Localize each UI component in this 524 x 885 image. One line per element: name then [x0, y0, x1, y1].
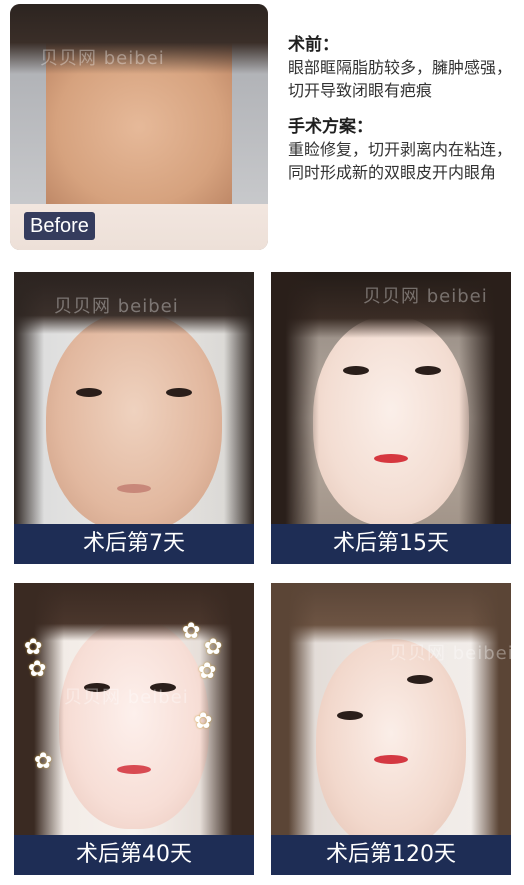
- plan-description: 重睑修复，切开剥离内在粘连，同时形成新的双眼皮开内眼角: [288, 140, 513, 182]
- photo-hair: [224, 272, 254, 564]
- photo-eye: [337, 711, 363, 720]
- photo-hair: [271, 583, 315, 875]
- photo-eye: [343, 366, 369, 375]
- photo-face: [59, 619, 209, 829]
- flower-decoration: ✿: [28, 657, 47, 682]
- photo-eye: [84, 683, 110, 692]
- result-caption: 术后第15天: [271, 524, 511, 564]
- photo-face: [46, 312, 222, 532]
- photo-hair: [14, 272, 254, 334]
- photo-mouth: [117, 765, 151, 774]
- result-caption: 术后第120天: [271, 835, 511, 875]
- photo-hair: [14, 272, 44, 564]
- before-photo: 贝贝网 beibei Before: [10, 4, 268, 250]
- photo-mouth: [117, 484, 151, 493]
- result-photo-day-15: 贝贝网 beibei 术后第15天: [271, 272, 511, 564]
- plan-section: 手术方案： 重睑修复，切开剥离内在粘连，同时形成新的双眼皮开内眼角: [288, 116, 520, 184]
- plan-heading: 手术方案：: [288, 117, 373, 137]
- flower-decoration: ✿: [204, 635, 223, 660]
- result-caption: 术后第40天: [14, 835, 254, 875]
- photo-eye: [407, 675, 433, 684]
- before-badge: Before: [24, 212, 95, 240]
- photo-eye: [76, 388, 102, 397]
- photo-mouth: [374, 454, 408, 463]
- flower-decoration: ✿: [34, 749, 53, 774]
- surgery-info: 术前： 眼部眶隔脂肪较多，臃肿感强，切开导致闭眼有疤痕 手术方案： 重睑修复，切…: [288, 34, 520, 184]
- result-photo-day-7: 贝贝网 beibei 术后第7天: [14, 272, 254, 564]
- photo-face: [316, 639, 466, 849]
- photo-hair: [14, 583, 64, 875]
- result-caption: 术后第7天: [14, 524, 254, 564]
- photo-eye: [150, 683, 176, 692]
- flower-decoration: ✿: [24, 635, 43, 660]
- photo-hair: [10, 4, 268, 74]
- preop-description: 眼部眶隔脂肪较多，臃肿感强，切开导致闭眼有疤痕: [288, 58, 513, 100]
- photo-hair: [459, 272, 511, 564]
- photo-eye: [166, 388, 192, 397]
- result-photo-day-120: 贝贝网 beibei 术后第120天: [271, 583, 511, 875]
- preop-section: 术前： 眼部眶隔脂肪较多，臃肿感强，切开导致闭眼有疤痕: [288, 34, 520, 102]
- flower-decoration: ✿: [198, 659, 217, 684]
- photo-face: [313, 316, 469, 526]
- preop-heading: 术前：: [288, 35, 339, 55]
- result-photo-day-40: ✿ ✿ ✿ ✿ ✿ ✿ ✿ 贝贝网 beibei 术后第40天: [14, 583, 254, 875]
- flower-decoration: ✿: [194, 709, 213, 734]
- photo-hair: [271, 272, 319, 564]
- photo-mouth: [374, 755, 408, 764]
- flower-decoration: ✿: [182, 619, 201, 644]
- photo-hair: [471, 583, 511, 875]
- photo-eye: [415, 366, 441, 375]
